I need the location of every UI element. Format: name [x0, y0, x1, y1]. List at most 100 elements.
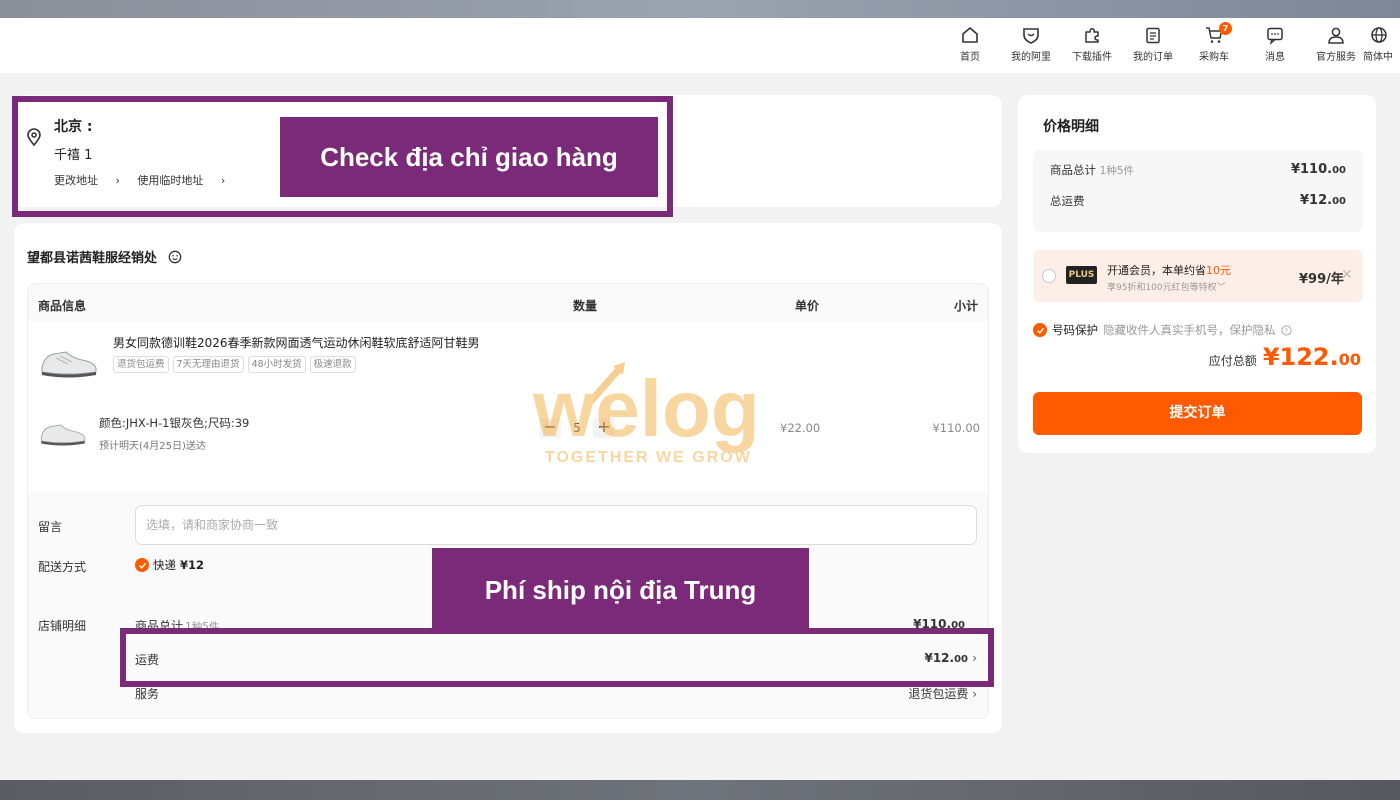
globe-icon [1371, 27, 1387, 43]
check-icon [135, 558, 149, 572]
message-label: 留言 [38, 520, 63, 534]
shop-goods-int: ¥110. [913, 617, 952, 631]
top-navigation: 首页 我的阿里 下载插件 我的订单 7 采购车 消息 官方服务 简体中 [0, 18, 1400, 73]
goods-total-dec: 00 [1332, 165, 1346, 176]
plus-membership-offer: PLUS 开通会员，本单约省10元 享95折和100元红包等特权﹀ ¥99/年 … [1033, 250, 1363, 302]
header-product-info: 商品信息 [38, 299, 87, 313]
delivery-option-name: 快递 [153, 558, 176, 572]
nav-download-plugin[interactable]: 下载插件 [1057, 25, 1127, 69]
shop-name[interactable]: 望都县诺茜鞋服经销处 [27, 247, 182, 266]
header-quantity: 数量 [573, 299, 598, 313]
clipboard-icon [1146, 27, 1160, 44]
shop-service-value: 退货包运费 › [908, 685, 977, 702]
change-address-link[interactable]: 更改地址 › [54, 174, 120, 187]
product-thumbnail[interactable] [38, 344, 100, 380]
shop-freight-value: ¥12.00 › [924, 651, 977, 665]
payable-total-int: ¥122. [1262, 343, 1339, 371]
heart-shield-icon [1023, 28, 1039, 44]
product-tags: 退货包运费 7天无理由退货 48小时发货 极速退款 [113, 356, 356, 373]
plus-price: ¥99/年 [1299, 272, 1344, 287]
total-freight-dec: 00 [1332, 196, 1346, 207]
delivery-option-express[interactable]: 快递 ¥12 [135, 557, 204, 573]
cart-count-badge: 7 [1219, 22, 1232, 35]
svg-text:?: ? [1284, 327, 1288, 335]
plus-benefits-text: 享95折和100元红包等特权 [1107, 283, 1217, 293]
sku-spec: 颜色:JHX-H-1银灰色;尺码:39 [99, 416, 250, 430]
price-panel-title: 价格明细 [1043, 119, 1099, 135]
decrease-qty-button[interactable]: − [539, 418, 561, 438]
message-input[interactable]: 选填，请和商家协商一致 [135, 505, 977, 545]
payable-total-value: ¥122.00 [1263, 343, 1361, 371]
increase-qty-button[interactable]: + [593, 418, 615, 438]
help-icon[interactable]: ? [1280, 324, 1292, 336]
quantity-value[interactable]: 5 [561, 421, 593, 435]
nav-my-ali-label: 我的阿里 [1011, 52, 1051, 63]
total-freight-label: 总运费 [1050, 194, 1085, 208]
nav-language-label: 简体中 [1363, 52, 1393, 63]
sku-thumbnail [40, 424, 86, 446]
shop-service-label: 服务 [135, 687, 160, 701]
puzzle-icon [1085, 28, 1099, 43]
nav-official-service-label: 官方服务 [1316, 52, 1356, 63]
close-icon[interactable]: ✕ [1341, 267, 1353, 283]
address-annotation-label: Check địa chỉ giao hàng [280, 117, 658, 197]
shop-order-card: 望都县诺茜鞋服经销处 商品信息 数量 单价 小计 男女同款德训鞋2026春季新款… [14, 223, 1002, 733]
shop-goods-dec: 00 [951, 620, 965, 631]
goods-total-count: 1种5件 [1099, 165, 1135, 177]
nav-messages[interactable]: 消息 [1240, 25, 1310, 69]
goods-total-value: ¥110.00 [1291, 162, 1346, 177]
chevron-right-icon: › [972, 651, 977, 665]
chevron-down-icon: ﹀ [1216, 283, 1226, 293]
shop-freight-int: ¥12. [924, 651, 955, 665]
nav-language[interactable]: 简体中 [1353, 25, 1400, 69]
number-protection-option[interactable]: 号码保护 隐藏收件人真实手机号，保护隐私 ? [1033, 322, 1292, 338]
item-subtotal: ¥110.00 [932, 421, 980, 435]
total-freight-row: 总运费 ¥12.00 [1050, 193, 1346, 209]
product-tag: 退货包运费 [113, 356, 169, 373]
product-tag: 48小时发货 [247, 356, 306, 373]
shop-freight-row[interactable]: 运费 ¥12.00 › [135, 651, 977, 668]
nav-download-plugin-label: 下载插件 [1072, 52, 1112, 63]
nav-my-ali[interactable]: 我的阿里 [996, 25, 1066, 69]
plus-benefits[interactable]: 享95折和100元红包等特权﹀ [1107, 280, 1226, 293]
chat-smile-icon[interactable] [168, 250, 182, 264]
nav-cart-label: 采购车 [1199, 52, 1229, 63]
address-links: 更改地址 › 使用临时地址 › [54, 172, 239, 188]
number-protection-label: 号码保护 [1052, 323, 1098, 337]
temp-address-label: 使用临时地址 [137, 174, 204, 187]
delivery-eta: 预计明天(4月25日)送达 [99, 441, 206, 452]
browser-viewport: 首页 我的阿里 下载插件 我的订单 7 采购车 消息 官方服务 简体中 北京:… [0, 18, 1400, 780]
shop-name-text: 望都县诺茜鞋服经销处 [27, 251, 158, 266]
product-row: 男女同款德训鞋2026春季新款网面透气运动休闲鞋软底舒适阿甘鞋男 退货包运费 7… [28, 322, 988, 492]
temp-address-link[interactable]: 使用临时地址 › [137, 174, 225, 187]
submit-order-button[interactable]: 提交订单 [1033, 392, 1362, 435]
price-summary-box: 商品总计 1种5件 ¥110.00 总运费 ¥12.00 [1033, 150, 1363, 232]
order-table: 商品信息 数量 单价 小计 男女同款德训鞋2026春季新款网面透气运动休闲鞋软底… [27, 283, 989, 719]
plus-membership-radio[interactable] [1042, 269, 1056, 283]
address-city: 北京 : [54, 119, 93, 135]
nav-messages-label: 消息 [1265, 52, 1285, 63]
nav-my-orders-label: 我的订单 [1133, 52, 1173, 63]
payable-total-label: 应付总额 [1208, 354, 1257, 368]
total-freight-int: ¥12. [1300, 193, 1333, 208]
product-title[interactable]: 男女同款德训鞋2026春季新款网面透气运动休闲鞋软底舒适阿甘鞋男 [113, 334, 480, 351]
user-icon [1328, 27, 1344, 44]
nav-my-orders[interactable]: 我的订单 [1118, 25, 1188, 69]
shop-service-text: 退货包运费 [908, 687, 969, 701]
chevron-right-icon: › [972, 687, 977, 701]
message-icon [1267, 27, 1283, 45]
total-freight-value: ¥12.00 [1300, 193, 1346, 208]
number-protection-desc: 隐藏收件人真实手机号，保护隐私 [1103, 323, 1276, 337]
shop-service-row[interactable]: 服务 退货包运费 › [135, 685, 977, 702]
nav-home[interactable]: 首页 [935, 25, 1005, 69]
shop-goods-count: 1种5件 [185, 621, 220, 633]
check-icon [1033, 323, 1047, 337]
header-subtotal: 小计 [953, 299, 978, 313]
unit-price: ¥22.00 [780, 421, 821, 435]
plus-savings: 10元 [1206, 264, 1231, 277]
payable-total: 应付总额 ¥122.00 [1209, 343, 1361, 371]
change-address-label: 更改地址 [54, 174, 98, 187]
location-pin-icon [27, 128, 41, 146]
address-detail: 千禧 1 [54, 148, 93, 163]
nav-cart[interactable]: 7 采购车 [1179, 22, 1249, 69]
